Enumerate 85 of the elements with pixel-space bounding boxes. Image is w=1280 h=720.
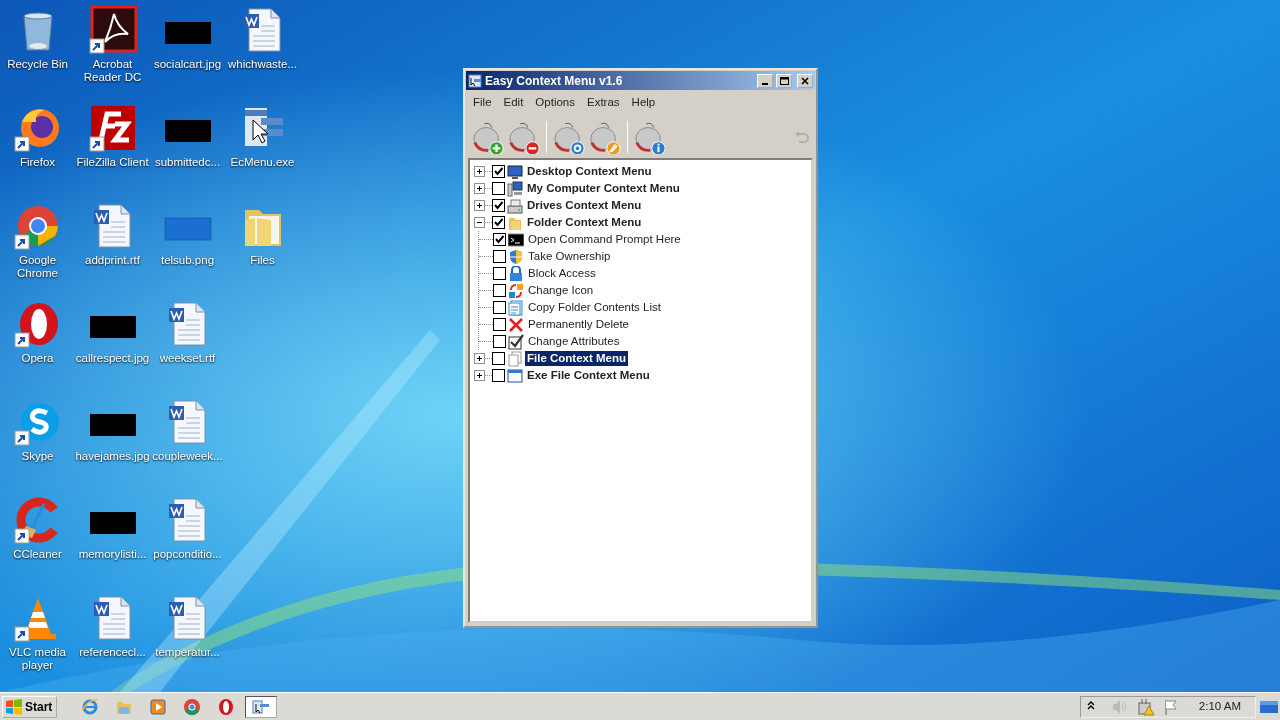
expand-button[interactable]: [474, 370, 485, 382]
expand-button[interactable]: [474, 183, 485, 195]
acrobat-icon: [88, 6, 137, 54]
desktop-icon[interactable]: Google Chrome: [0, 202, 75, 280]
checkbox[interactable]: [492, 165, 505, 179]
opera-icon: [217, 697, 236, 716]
network-warning-icon[interactable]: [1136, 697, 1155, 716]
desktop-icon[interactable]: CCleaner: [0, 496, 75, 561]
desktop-icon[interactable]: VLC media player: [0, 594, 75, 672]
tree-item[interactable]: Copy Folder Contents List: [526, 300, 663, 316]
checkbox[interactable]: [492, 216, 505, 230]
checkmark-icon: [508, 333, 524, 350]
tree-item[interactable]: Change Attributes: [526, 334, 622, 350]
desktop-icon[interactable]: telsub.png: [150, 202, 225, 267]
desktop-icon[interactable]: FileZilla Client: [75, 104, 150, 169]
shield-icon: [508, 248, 524, 265]
checkbox[interactable]: [493, 335, 506, 349]
minimize-button[interactable]: [757, 73, 773, 88]
taskbar-button[interactable]: [245, 695, 278, 718]
checkbox[interactable]: [492, 352, 505, 366]
tree-item[interactable]: My Computer Context Menu: [525, 181, 682, 197]
menu-item[interactable]: Edit: [497, 93, 530, 113]
tree-item[interactable]: Take Ownership: [526, 249, 613, 265]
windows-logo-icon: [5, 698, 23, 715]
tree-item[interactable]: Folder Context Menu: [525, 215, 644, 231]
show-desktop-button[interactable]: [1260, 699, 1278, 714]
maximize-button[interactable]: [776, 73, 792, 88]
tree-item[interactable]: Change Icon: [526, 283, 596, 299]
cross-icon: [508, 316, 524, 333]
menu-item[interactable]: Options: [529, 93, 581, 113]
desktop-icon[interactable]: Opera: [0, 300, 75, 365]
desktop-icon[interactable]: addprint.rtf: [75, 202, 150, 267]
desktop-icon[interactable]: Firefox: [0, 104, 75, 169]
close-icon: [800, 75, 810, 86]
close-button[interactable]: [797, 73, 813, 88]
tree-item[interactable]: Desktop Context Menu: [525, 164, 654, 180]
checkbox[interactable]: [493, 318, 506, 332]
window-title: Easy Context Menu v1.6: [485, 72, 623, 90]
media-player-icon: [149, 697, 168, 716]
documents-icon: [507, 350, 523, 367]
checkbox[interactable]: [492, 369, 505, 383]
tree-item[interactable]: Exe File Context Menu: [525, 368, 652, 384]
tree-item[interactable]: Drives Context Menu: [525, 198, 644, 214]
expand-button[interactable]: [474, 166, 485, 178]
menu-item[interactable]: Help: [625, 93, 662, 113]
window-icon: [507, 367, 523, 384]
chrome-icon: [183, 697, 202, 716]
tree-item[interactable]: Permanently Delete: [526, 317, 631, 333]
checkbox[interactable]: [493, 267, 506, 281]
desktop-icon[interactable]: whichwaste...: [225, 6, 300, 71]
maximize-icon: [779, 75, 789, 86]
document-list-icon: [508, 299, 524, 316]
checkbox[interactable]: [493, 301, 506, 315]
checkbox[interactable]: [493, 284, 506, 298]
expand-button[interactable]: [474, 200, 485, 212]
drive-icon: [507, 197, 523, 214]
terminal-icon: [508, 231, 524, 248]
computer-icon: [507, 180, 523, 197]
expand-button[interactable]: [474, 217, 485, 229]
app-icon: [468, 73, 482, 88]
tree-item[interactable]: File Context Menu: [525, 351, 629, 367]
checkbox[interactable]: [492, 199, 505, 213]
checkbox[interactable]: [492, 182, 505, 196]
undo-icon: [794, 129, 810, 146]
start-button[interactable]: Start: [2, 695, 58, 718]
browser-e-icon: [81, 697, 100, 716]
desktop-icon[interactable]: referencecl...: [75, 594, 150, 659]
padlock-icon: [508, 265, 524, 282]
menu-cursor-icon: [252, 697, 271, 716]
desktop-icon[interactable]: submittedc...: [150, 104, 225, 169]
minimize-icon: [762, 82, 768, 85]
desktop-icon[interactable]: socialcart.jpg: [150, 6, 225, 71]
expand-button[interactable]: [474, 353, 485, 365]
desktop-icon[interactable]: Acrobat Reader DC: [75, 6, 150, 84]
monitor-icon: [507, 163, 523, 180]
tree-item[interactable]: Open Command Prompt Here: [526, 232, 683, 248]
menu-item[interactable]: Extras: [581, 93, 626, 113]
desktop-icon[interactable]: EcMenu.exe: [225, 104, 300, 169]
checkbox[interactable]: [493, 250, 506, 264]
filezilla-icon: [88, 104, 137, 152]
checkbox[interactable]: [493, 233, 506, 247]
desktop-icon[interactable]: Recycle Bin: [0, 6, 75, 71]
menu-item[interactable]: File: [467, 93, 498, 113]
swap-icon: [508, 282, 524, 299]
tree-item[interactable]: Block Access: [526, 266, 598, 282]
